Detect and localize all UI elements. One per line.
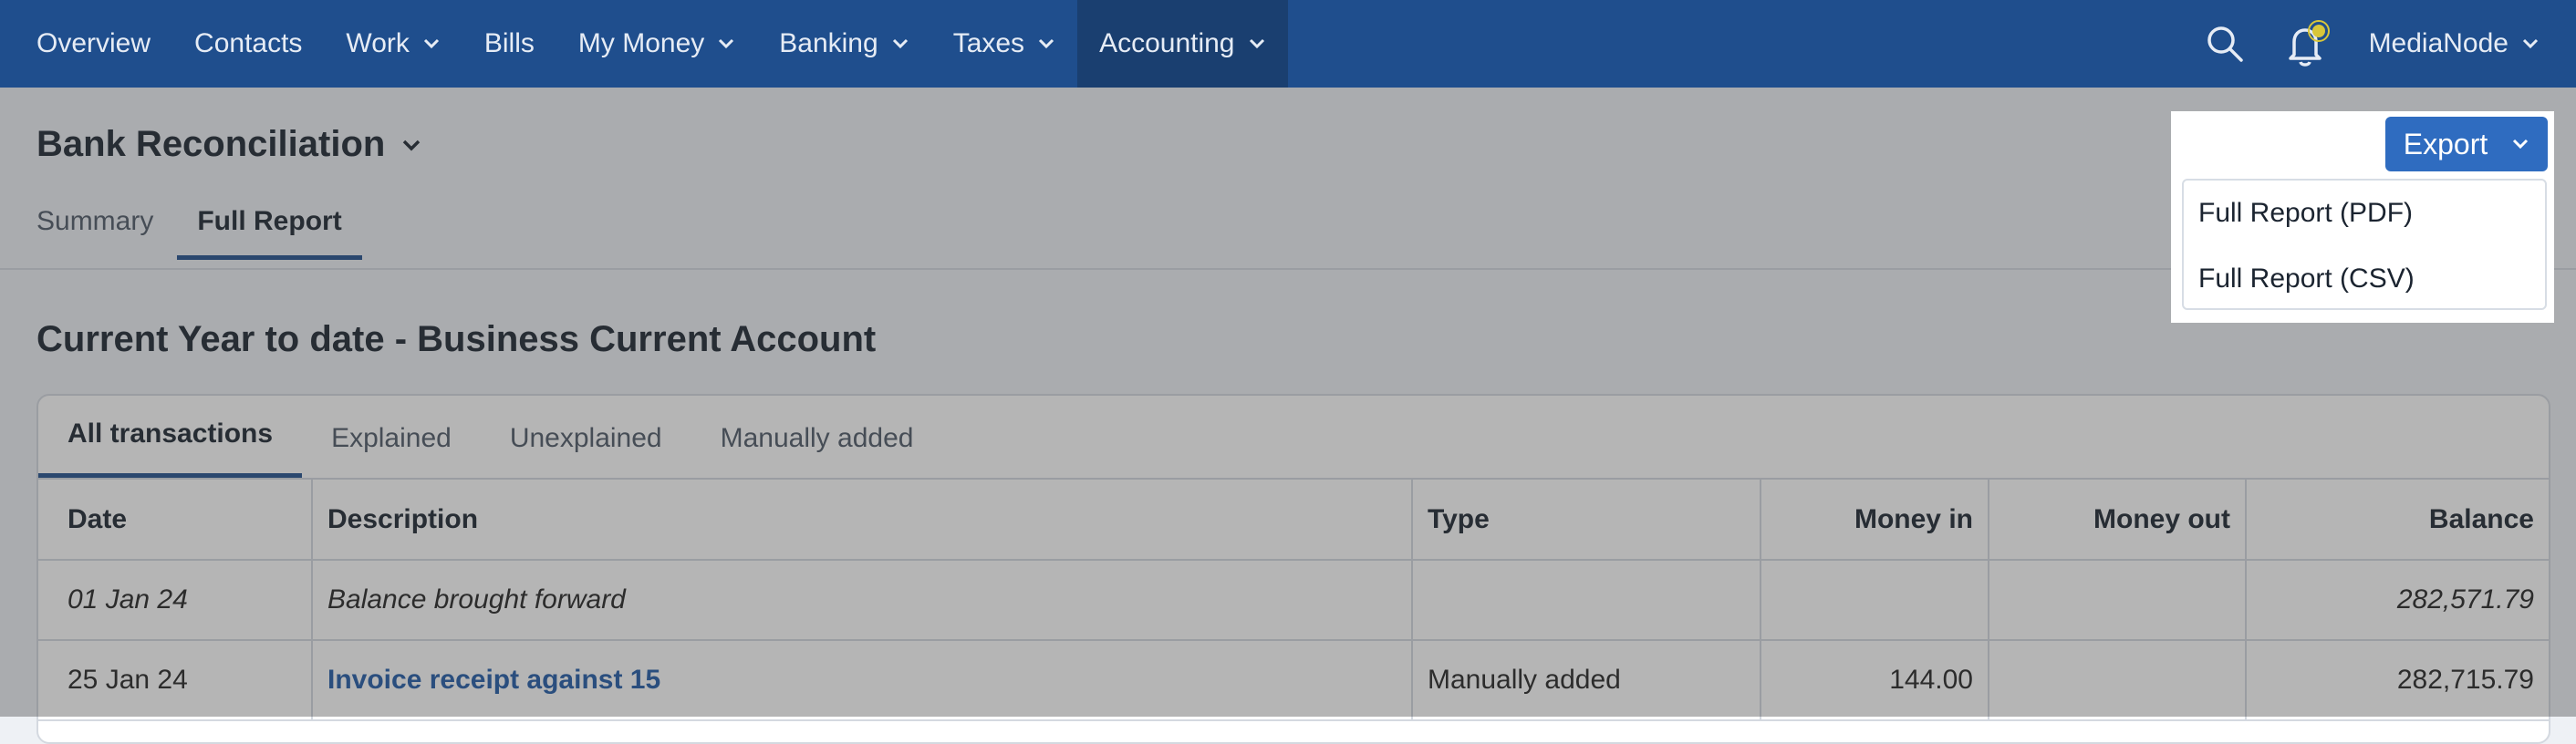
nav-right-group: MediaNode (2205, 0, 2576, 88)
chevron-down-icon (2513, 139, 2529, 150)
chevron-down-icon (2522, 38, 2539, 49)
user-menu[interactable]: MediaNode (2369, 28, 2540, 59)
search-icon (2207, 26, 2243, 62)
nav-overview-label: Overview (36, 28, 151, 58)
bell-icon (2288, 20, 2330, 67)
chevron-down-icon (1249, 38, 1264, 49)
notifications-button[interactable] (2281, 18, 2332, 69)
export-menu: Full Report (PDF) Full Report (CSV) (2182, 179, 2547, 310)
menu-item-full-report-csv[interactable]: Full Report (CSV) (2184, 246, 2545, 312)
nav-work[interactable]: Work (324, 0, 462, 88)
nav-accounting[interactable]: Accounting (1077, 0, 1288, 88)
nav-banking-label: Banking (779, 28, 878, 58)
nav-my-money-label: My Money (577, 28, 705, 58)
nav-contacts-label: Contacts (194, 28, 303, 58)
nav-taxes-label: Taxes (952, 28, 1025, 58)
nav-overview[interactable]: Overview (0, 0, 172, 88)
nav-work-label: Work (346, 28, 410, 58)
nav-bills-label: Bills (483, 28, 535, 58)
nav-accounting-label: Accounting (1099, 28, 1235, 58)
chevron-down-icon (892, 38, 908, 49)
nav-bills[interactable]: Bills (462, 0, 556, 88)
nav-my-money[interactable]: My Money (556, 0, 757, 88)
user-name: MediaNode (2368, 28, 2508, 58)
top-navigation: Overview Contacts Work Bills My Money Ba… (0, 0, 2576, 88)
chevron-down-icon (1039, 38, 1054, 49)
menu-item-full-report-pdf[interactable]: Full Report (PDF) (2184, 181, 2545, 246)
nav-taxes[interactable]: Taxes (931, 0, 1077, 88)
chevron-down-icon (423, 38, 439, 49)
nav-contacts[interactable]: Contacts (172, 0, 324, 88)
nav-banking[interactable]: Banking (757, 0, 930, 88)
chevron-down-icon (719, 38, 734, 49)
export-button-label: Export (2403, 127, 2488, 160)
export-button[interactable]: Export (2385, 117, 2548, 171)
search-button[interactable] (2205, 24, 2245, 64)
